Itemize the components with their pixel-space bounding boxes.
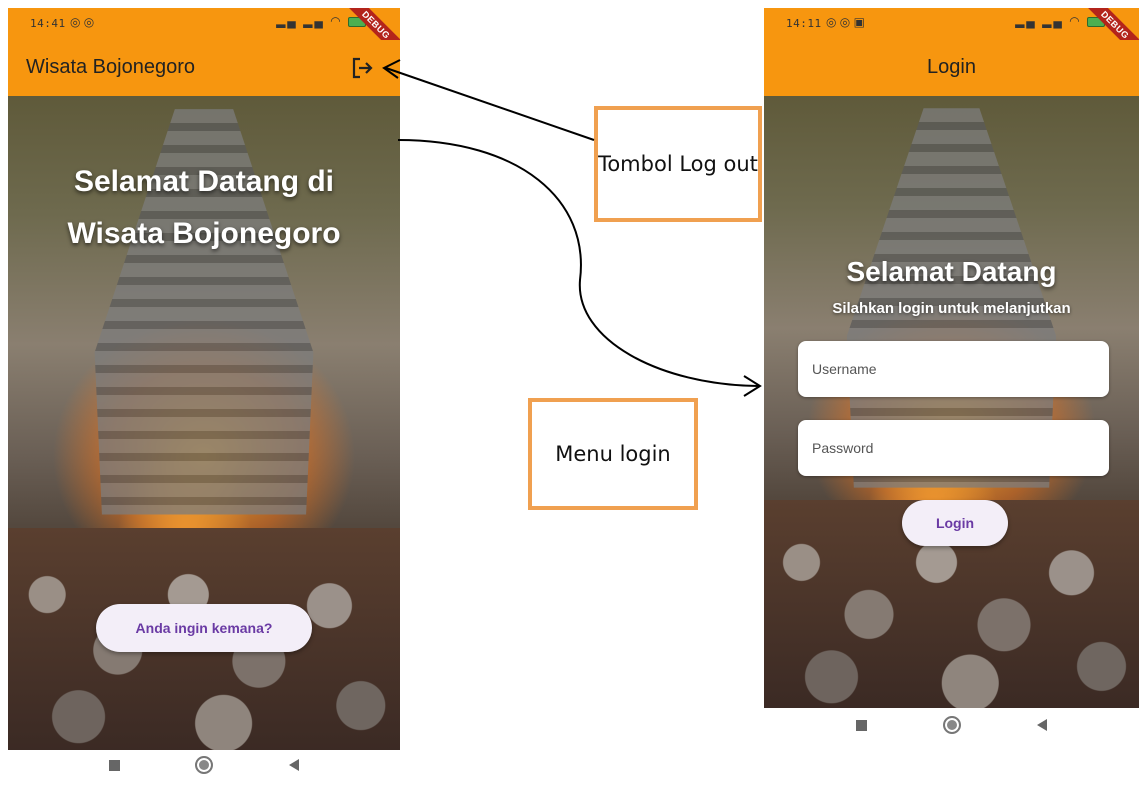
logout-annotation: Tombol Log out bbox=[594, 106, 762, 222]
back-nav-icon[interactable] bbox=[284, 755, 304, 775]
home-screen: 14:41 ◎ ◎ ▂▄ ▂▄ ◠ DEBUG Wisata Bojonegor… bbox=[8, 8, 400, 750]
android-nav-bar-home bbox=[8, 745, 400, 785]
login-subtitle: Silahkan login untuk melanjutkan bbox=[832, 300, 1071, 317]
login-screen: 14:11 ◎ ◎ ▣ ▂▄ ▂▄ ◠ DEBUG Login Selamat … bbox=[764, 8, 1139, 708]
logout-icon[interactable] bbox=[348, 54, 376, 82]
username-input[interactable] bbox=[798, 341, 1109, 397]
status-time: 14:11 bbox=[786, 17, 822, 30]
signal-wifi-icons: ▂▄ ▂▄ ◠ bbox=[276, 14, 366, 28]
app-title: Login bbox=[927, 56, 976, 78]
login-arrowhead bbox=[743, 375, 762, 397]
status-time: 14:41 bbox=[30, 17, 66, 30]
background-image bbox=[764, 96, 1139, 708]
back-nav-icon[interactable] bbox=[1032, 715, 1052, 735]
username-field[interactable] bbox=[798, 341, 1109, 397]
status-bar: 14:41 ◎ ◎ ▂▄ ▂▄ ◠ DEBUG bbox=[8, 8, 400, 66]
app-title: Wisata Bojonegoro bbox=[26, 56, 195, 78]
notification-icons: ◎ ◎ bbox=[70, 15, 95, 29]
password-field[interactable] bbox=[798, 420, 1109, 476]
password-input[interactable] bbox=[798, 420, 1109, 476]
welcome-heading: Selamat Datang di Wisata Bojonegoro bbox=[67, 165, 341, 250]
welcome-heading: Selamat Datang bbox=[846, 256, 1057, 287]
app-bar: Login bbox=[764, 40, 1139, 96]
recent-apps-icon[interactable] bbox=[852, 715, 872, 735]
home-nav-icon[interactable] bbox=[194, 755, 214, 775]
login-button[interactable]: Login bbox=[902, 500, 1008, 546]
android-nav-bar-login bbox=[764, 705, 1139, 745]
destination-button[interactable]: Anda ingin kemana? bbox=[96, 604, 312, 652]
login-annotation: Menu login bbox=[528, 398, 698, 510]
signal-wifi-icons: ▂▄ ▂▄ ◠ bbox=[1015, 14, 1105, 28]
notification-icons: ◎ ◎ ▣ bbox=[826, 15, 865, 29]
status-bar: 14:11 ◎ ◎ ▣ ▂▄ ▂▄ ◠ DEBUG bbox=[764, 8, 1139, 66]
home-nav-icon[interactable] bbox=[942, 715, 962, 735]
recent-apps-icon[interactable] bbox=[104, 755, 124, 775]
app-bar: Wisata Bojonegoro bbox=[8, 40, 400, 96]
logout-arrow bbox=[385, 67, 595, 141]
